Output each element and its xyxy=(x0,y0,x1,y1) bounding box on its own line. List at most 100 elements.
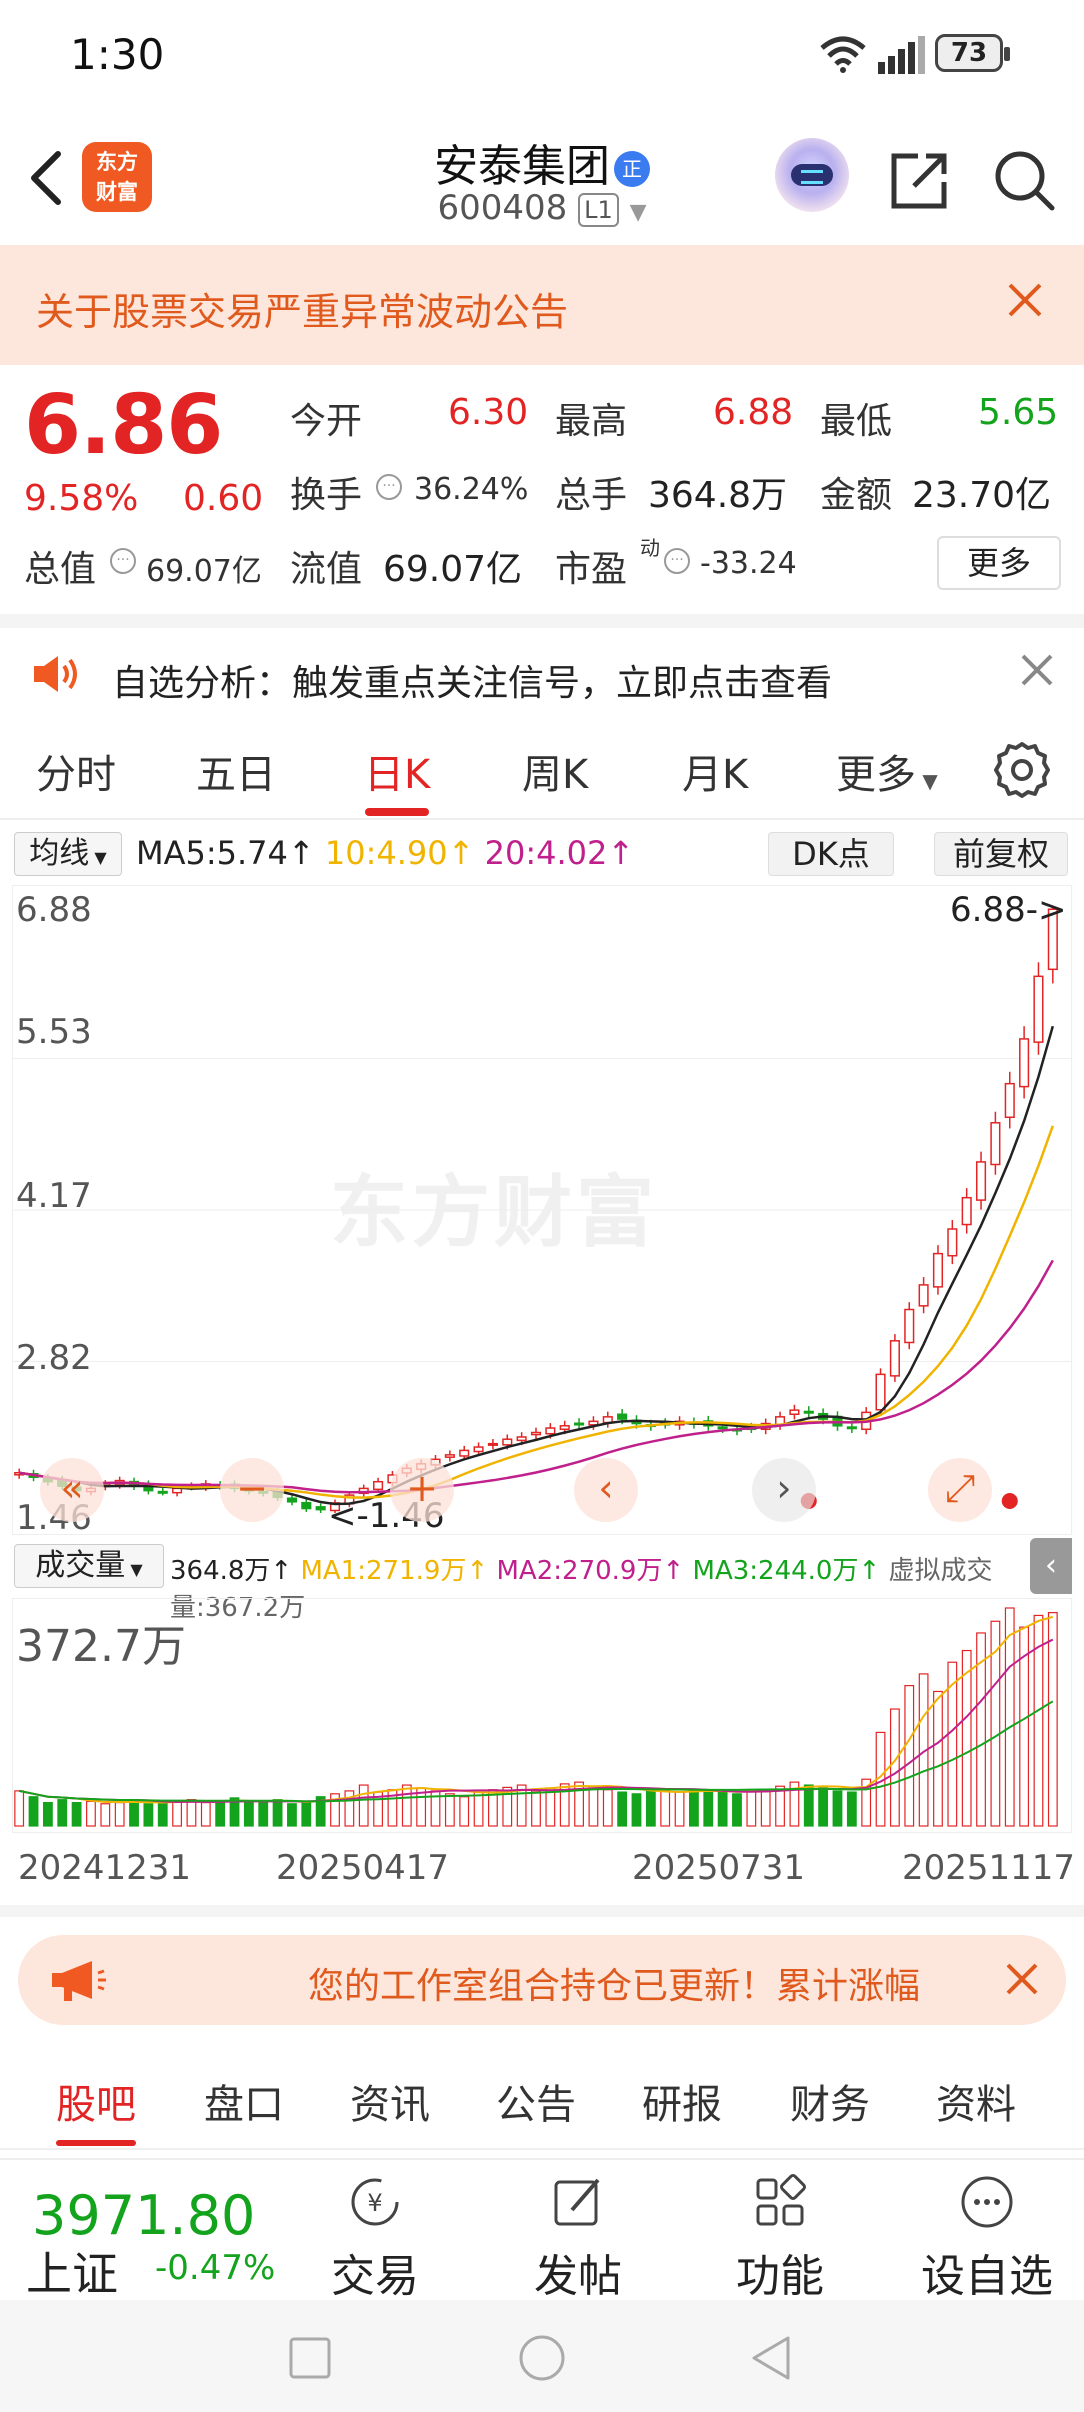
candle-body xyxy=(1004,1082,1015,1119)
signal-icon xyxy=(878,36,925,74)
y-axis-label: 6.88 xyxy=(16,890,92,930)
volume-bar xyxy=(674,1791,685,1827)
tab-announcements[interactable]: 公告 xyxy=(496,2072,576,2130)
recents-icon[interactable] xyxy=(288,2336,332,2380)
tab-research[interactable]: 研报 xyxy=(642,2072,722,2130)
tab-monthly-k[interactable]: 月K xyxy=(682,742,748,800)
volume-bar xyxy=(602,1789,613,1827)
volume-bar xyxy=(129,1799,139,1827)
candle-body xyxy=(789,1409,800,1416)
back-nav-icon[interactable] xyxy=(748,2334,792,2382)
close-icon[interactable] xyxy=(1000,275,1050,325)
tab-more[interactable]: 更多 ▼ xyxy=(836,742,938,800)
candle-body xyxy=(717,1426,728,1430)
share-icon[interactable] xyxy=(888,148,952,212)
volume-bar xyxy=(86,1800,96,1827)
volume-indicator-select[interactable]: 成交量 ▼ xyxy=(14,1544,164,1588)
volume-bar xyxy=(473,1791,484,1827)
tab-daily-k[interactable]: 日K xyxy=(364,742,430,816)
trade-button[interactable]: ¥ 交易 xyxy=(305,2172,445,2304)
stock-name: 安泰集团 xyxy=(434,141,610,192)
system-navigation-bar xyxy=(0,2300,1084,2412)
divider xyxy=(0,614,1084,628)
amount-value: 23.70亿 xyxy=(912,475,1052,516)
tab-news[interactable]: 资讯 xyxy=(350,2072,430,2130)
announcement-text: 关于股票交易严重异常波动公告 xyxy=(36,290,569,334)
ma10-value: 10:4.90↑ xyxy=(324,834,475,872)
indicator-select[interactable]: 均线 ▼ xyxy=(14,832,122,876)
volume-bar xyxy=(961,1649,972,1827)
zoom-in-button[interactable]: + xyxy=(390,1458,454,1522)
tab-forum[interactable]: 股吧 xyxy=(56,2072,136,2146)
gear-icon[interactable] xyxy=(990,738,1054,802)
tab-intraday[interactable]: 分时 xyxy=(36,742,116,800)
volume-bar xyxy=(631,1793,642,1827)
info-icon[interactable]: ··· xyxy=(664,548,690,574)
tab-orderbook[interactable]: 盘口 xyxy=(204,2072,284,2130)
pe-value: -33.24 xyxy=(700,546,797,581)
volume-bar xyxy=(1047,1612,1058,1827)
index-name: 上证 xyxy=(26,2247,118,2301)
candle-body xyxy=(516,1436,527,1442)
scroll-left-fast-button[interactable]: « xyxy=(40,1458,104,1522)
functions-button[interactable]: 功能 xyxy=(710,2172,850,2304)
close-icon[interactable] xyxy=(1015,648,1059,692)
candle-body xyxy=(286,1497,298,1503)
zheng-badge: 正 xyxy=(614,151,650,187)
volume-bar xyxy=(645,1790,656,1827)
candle-body xyxy=(846,1426,857,1430)
market-cap-label: 总值 xyxy=(24,549,97,590)
volume-bar xyxy=(818,1787,829,1827)
post-label: 发帖 xyxy=(534,2251,622,2302)
status-bar: 1:30 73 xyxy=(0,0,1084,110)
tab-profile[interactable]: 资料 xyxy=(936,2072,1016,2130)
announcement-banner[interactable]: 关于股票交易严重异常波动公告 xyxy=(0,245,1084,365)
studio-banner[interactable]: 您的工作室组合持仓已更新！累计涨幅 xyxy=(18,1935,1066,2025)
scroll-right-button[interactable]: › xyxy=(752,1458,816,1522)
dk-point-button[interactable]: DK点 xyxy=(768,832,894,876)
info-icon[interactable]: ··· xyxy=(110,548,136,574)
info-icon[interactable]: ··· xyxy=(376,474,402,500)
analysis-banner[interactable]: 自选分析：触发重点关注信号，立即点击查看 xyxy=(0,628,1084,718)
kline-chart[interactable] xyxy=(12,885,1072,1535)
candle-body xyxy=(975,1161,987,1201)
volume-bar xyxy=(732,1793,742,1827)
turnover-label: 换手 xyxy=(290,475,363,516)
volume-bar xyxy=(114,1802,125,1827)
volume-bar xyxy=(215,1800,226,1827)
adjust-button[interactable]: 前复权 xyxy=(934,832,1068,876)
fullscreen-button[interactable]: ⤢ xyxy=(928,1458,992,1522)
post-button[interactable]: 发帖 xyxy=(508,2172,648,2304)
volume-bar xyxy=(287,1803,297,1827)
tab-five-day[interactable]: 五日 xyxy=(196,742,276,800)
home-icon[interactable] xyxy=(518,2334,566,2382)
volume-bar xyxy=(846,1791,857,1827)
tab-financials[interactable]: 财务 xyxy=(790,2072,870,2130)
more-button[interactable]: 更多 xyxy=(937,536,1061,590)
tab-weekly-k[interactable]: 周K xyxy=(522,742,588,800)
volume-bar xyxy=(588,1785,599,1827)
candle-body xyxy=(904,1308,915,1344)
add-watchlist-button[interactable]: 设自选 xyxy=(912,2172,1062,2304)
change-percent: 9.58% xyxy=(24,478,139,519)
candle-body xyxy=(559,1425,570,1431)
candle-body xyxy=(947,1228,958,1257)
volume-bar xyxy=(57,1799,68,1827)
volume-bar xyxy=(746,1790,757,1827)
volume-bar xyxy=(14,1790,25,1827)
stock-code: 600408 xyxy=(437,188,568,228)
trade-icon: ¥ xyxy=(351,2178,399,2226)
candle-body xyxy=(918,1284,929,1307)
candle-body xyxy=(444,1454,455,1458)
candle-body xyxy=(932,1252,944,1288)
change-amount: 0.60 xyxy=(183,478,264,519)
candle-body xyxy=(172,1487,183,1494)
close-icon[interactable] xyxy=(998,1955,1046,2003)
zoom-out-button[interactable]: − xyxy=(220,1458,284,1522)
ai-assistant-icon[interactable] xyxy=(775,138,849,212)
search-icon[interactable] xyxy=(992,148,1056,212)
index-ticker[interactable]: 3971.80 上证 -0.47% xyxy=(0,2160,300,2301)
volume-bar xyxy=(258,1800,269,1827)
scroll-left-button[interactable]: ‹ xyxy=(574,1458,638,1522)
collapse-panel-button[interactable]: ‹ xyxy=(1030,1538,1072,1594)
